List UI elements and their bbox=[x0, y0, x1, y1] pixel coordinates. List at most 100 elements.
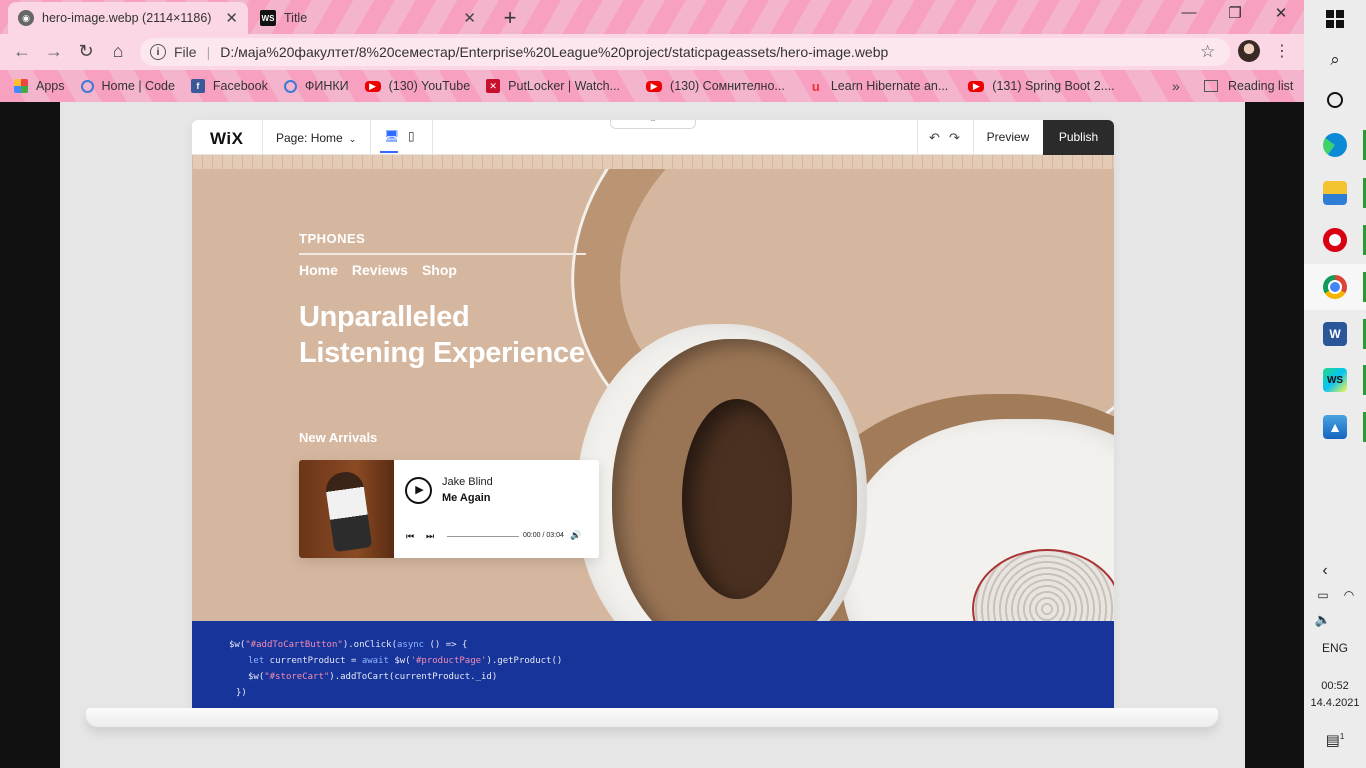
headline-line-2: Listening Experience bbox=[299, 337, 585, 369]
code-line: $w("#storeCart").addToCart(currentProduc… bbox=[248, 672, 498, 682]
bookmark-spring-boot[interactable]: ▶ (131) Spring Boot 2.... bbox=[968, 79, 1115, 93]
reading-list-label: Reading list bbox=[1228, 79, 1294, 93]
taskbar-app-photos[interactable]: ▲ bbox=[1304, 404, 1366, 450]
volume-icon[interactable]: 🔈 bbox=[1292, 612, 1354, 628]
editor-ruler bbox=[192, 155, 1114, 169]
hero-headline: Unparalleled Listening Experience bbox=[299, 299, 585, 371]
youtube-icon: ▶ bbox=[968, 80, 985, 92]
collapse-handle: ⌃ bbox=[610, 120, 696, 129]
bookmark-apps[interactable]: Apps bbox=[14, 79, 65, 93]
minimize-button[interactable]: — bbox=[1166, 4, 1212, 21]
nav-reviews: Reviews bbox=[351, 262, 408, 278]
desktop-icon: 🖥 bbox=[384, 129, 400, 143]
bookmark-youtube[interactable]: ▶ (130) YouTube bbox=[364, 79, 471, 93]
playback-time: 00:00 / 03:04 bbox=[523, 532, 564, 539]
forward-button[interactable]: → bbox=[42, 41, 66, 62]
globe-icon: ◉ bbox=[18, 10, 34, 26]
tab-strip: ◉ hero-image.webp (2114×1186) ✕ WS Title… bbox=[0, 0, 1304, 34]
bookmark-star-icon[interactable]: ☆ bbox=[1200, 42, 1215, 62]
taskbar-app-chrome[interactable] bbox=[1304, 264, 1366, 310]
io-icon bbox=[80, 79, 94, 93]
new-tab-button[interactable]: + bbox=[498, 5, 522, 31]
home-button[interactable]: ⌂ bbox=[106, 41, 130, 62]
windows-taskbar: ⌕ W WS ▲ ‹ ▭ ◠ 🔈 ENG 00:52 14.4.2021 ▤1 bbox=[1304, 0, 1366, 768]
youtube-icon: ▶ bbox=[364, 80, 381, 92]
code-snippet: $w("#addToCartButton").onClick(async () … bbox=[192, 621, 1114, 708]
brand-divider bbox=[299, 253, 586, 255]
song-title: Me Again bbox=[442, 492, 491, 504]
laptop-base bbox=[86, 708, 1218, 727]
wifi-icon[interactable]: ◠ bbox=[1318, 588, 1366, 602]
bookmark-label: ФИНКИ bbox=[304, 79, 349, 93]
bookmark-facebook[interactable]: f Facebook bbox=[190, 79, 268, 93]
close-icon[interactable]: ✕ bbox=[225, 9, 238, 27]
bookmark-youtube-2[interactable]: ▶ (130) Сомнително... bbox=[646, 79, 785, 93]
taskbar-app-word[interactable]: W bbox=[1304, 311, 1366, 357]
clock-date[interactable]: 14.4.2021 bbox=[1304, 697, 1366, 709]
edge-icon bbox=[1323, 133, 1347, 157]
bookmark-label: Facebook bbox=[212, 79, 268, 93]
taskbar-app-edge[interactable] bbox=[1304, 122, 1366, 168]
menu-kebab-icon[interactable]: ⋮ bbox=[1272, 41, 1292, 61]
notification-count: 1 bbox=[1339, 732, 1345, 741]
site-brand: TPHONES bbox=[299, 231, 366, 246]
divider bbox=[370, 120, 371, 155]
info-icon[interactable]: i bbox=[150, 44, 166, 60]
clock-time[interactable]: 00:52 bbox=[1304, 680, 1366, 692]
restore-button[interactable]: ❐ bbox=[1212, 4, 1258, 22]
udemy-icon: u bbox=[811, 78, 820, 94]
hero-image: WiX Page: Home ⌄ 🖥 ▯ ⌃ ↶ ↷ Preview Publis… bbox=[60, 102, 1245, 768]
close-window-button[interactable]: ✕ bbox=[1258, 4, 1304, 22]
headphones-ear-opening bbox=[682, 399, 792, 599]
redo-icon: ↷ bbox=[949, 130, 960, 145]
playback-progress-bar bbox=[447, 536, 519, 537]
bookmark-label: (130) YouTube bbox=[388, 79, 471, 93]
preview-button: Preview bbox=[986, 130, 1030, 144]
play-icon: ▶ bbox=[405, 477, 432, 504]
bookmark-label: PutLocker | Watch... bbox=[508, 79, 621, 93]
page-selector: Page: Home ⌄ bbox=[276, 131, 356, 145]
reading-list-button[interactable]: Reading list bbox=[1204, 79, 1293, 93]
youtube-icon: ▶ bbox=[646, 80, 663, 92]
tab-title: hero-image.webp (2114×1186) bbox=[42, 11, 212, 25]
close-icon[interactable]: ✕ bbox=[463, 9, 476, 27]
volume-icon: 🔊 bbox=[570, 530, 582, 540]
url-text[interactable]: D:/маја%20факултет/8%20семестар/Enterpri… bbox=[220, 44, 888, 60]
webstorm-icon: WS bbox=[260, 10, 276, 26]
previous-track-icon: ⏮ bbox=[406, 531, 415, 541]
language-indicator[interactable]: ENG bbox=[1304, 641, 1366, 655]
address-bar[interactable]: i File | D:/маја%20факултет/8%20семестар… bbox=[140, 38, 1230, 66]
divider bbox=[432, 120, 433, 155]
tab-hero-image[interactable]: ◉ hero-image.webp (2114×1186) ✕ bbox=[8, 2, 248, 34]
reading-list-icon bbox=[1204, 80, 1218, 92]
bookmark-label: (131) Spring Boot 2.... bbox=[992, 79, 1115, 93]
bookmark-putlocker[interactable]: ✕ PutLocker | Watch... bbox=[486, 79, 620, 93]
bookmarks-more-button[interactable]: » bbox=[1172, 78, 1180, 94]
taskbar-app-explorer[interactable] bbox=[1304, 170, 1366, 216]
wix-logo: WiX bbox=[210, 129, 244, 148]
next-track-icon: ⏭ bbox=[426, 531, 435, 541]
notifications-button[interactable]: ▤1 bbox=[1304, 731, 1366, 749]
undo-icon: ↶ bbox=[929, 130, 940, 145]
nav-home: Home bbox=[299, 262, 338, 278]
album-art bbox=[299, 460, 394, 558]
taskbar-app-webstorm[interactable]: WS bbox=[1304, 357, 1366, 403]
start-button[interactable] bbox=[1304, 0, 1366, 42]
mobile-icon: ▯ bbox=[408, 129, 415, 143]
show-hidden-icons-chevron-icon[interactable]: ‹ bbox=[1294, 562, 1356, 580]
reload-button[interactable]: ↻ bbox=[74, 41, 98, 62]
bookmark-home-code[interactable]: Home | Code bbox=[80, 79, 175, 93]
profile-avatar[interactable] bbox=[1238, 40, 1260, 62]
bookmark-hibernate[interactable]: u Learn Hibernate an... bbox=[809, 78, 948, 94]
active-device-indicator bbox=[380, 151, 398, 153]
divider bbox=[917, 120, 918, 155]
bookmark-finki[interactable]: ФИНКИ bbox=[283, 79, 349, 93]
tab-title-page[interactable]: WS Title ✕ bbox=[250, 2, 486, 34]
taskbar-app-opera[interactable] bbox=[1304, 217, 1366, 263]
cortana-button[interactable] bbox=[1304, 77, 1366, 123]
back-button[interactable]: ← bbox=[10, 41, 34, 62]
facebook-icon: f bbox=[190, 79, 205, 93]
chevron-down-icon: ⌄ bbox=[348, 134, 357, 144]
bookmark-label: Apps bbox=[36, 79, 65, 93]
code-line: $w("#addToCartButton").onClick(async () … bbox=[229, 640, 468, 650]
